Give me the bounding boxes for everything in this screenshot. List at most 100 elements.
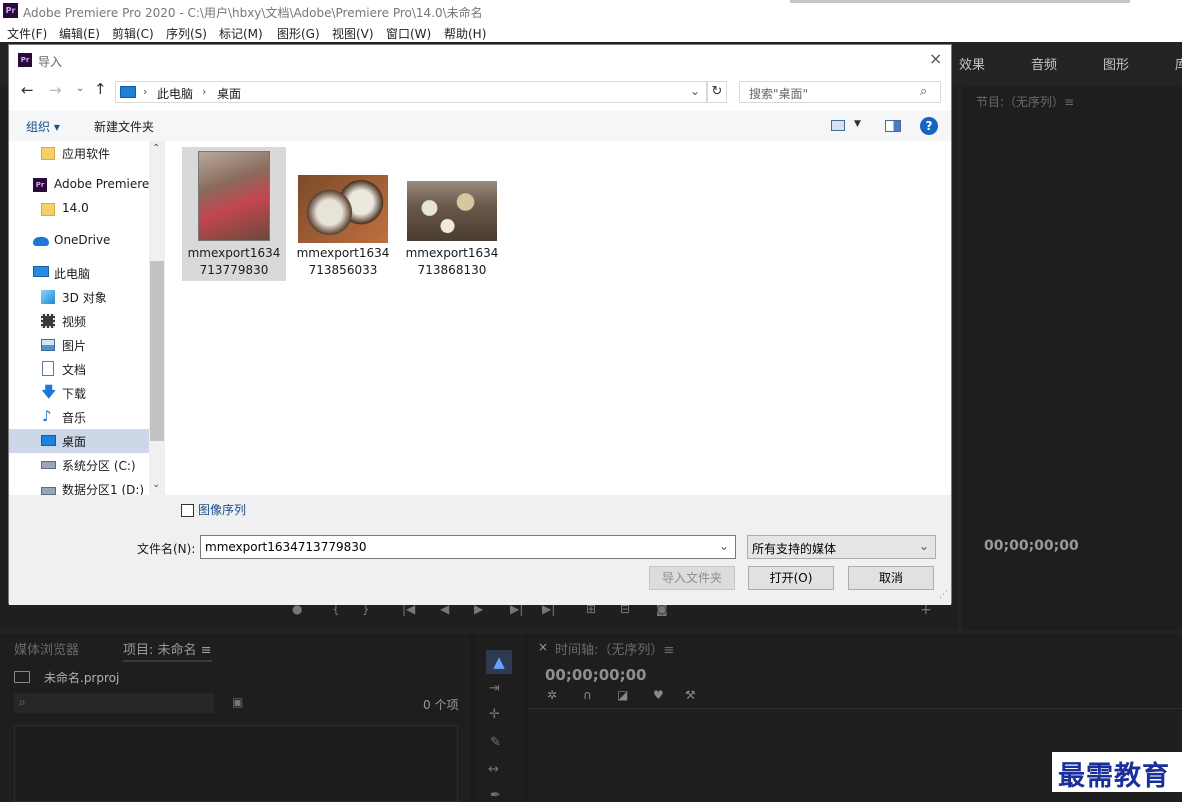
menu-help[interactable]: 帮助(H) [444,25,486,42]
navigation-scrollbar[interactable]: ⌃ ⌄ [149,141,165,495]
open-button[interactable]: 打开(O) [748,566,834,590]
search-input[interactable]: 搜索"桌面" ⌕ [739,81,941,103]
menu-file[interactable]: 文件(F) [7,25,47,42]
filename-input[interactable]: mmexport1634713779830 ⌄ [200,535,736,559]
menu-sequence[interactable]: 序列(S) [166,25,207,42]
menu-view[interactable]: 视图(V) [332,25,374,42]
nav-item-label: 图片 [62,339,87,353]
track-select-tool-icon[interactable]: ⇥ [489,681,500,696]
view-options-icon[interactable] [831,120,845,131]
app-title-bar: Pr Adobe Premiere Pro 2020 - C:\用户\hbxy\… [0,0,1182,22]
nav-item-3d-objects[interactable]: 3D 对象 [9,285,149,309]
nav-item-downloads[interactable]: 🡇 下载 [9,381,149,405]
file-item[interactable]: mmexport1634 713868130 [400,147,504,281]
nav-item-apps-folder[interactable]: 应用软件 [9,141,149,165]
nav-item-videos[interactable]: 视频 [9,309,149,333]
snap-icon[interactable]: ∩ [583,688,592,702]
nest-icon[interactable]: ✲ [547,688,557,702]
nav-item-documents[interactable]: 文档 [9,357,149,381]
media-browser-tab[interactable]: 媒体浏览器 [14,639,79,658]
view-dropdown-icon[interactable]: ▼ [854,119,861,129]
project-bin-icon [14,671,30,683]
nav-item-adobe-premiere[interactable]: Pr Adobe Premiere [9,173,149,197]
file-item[interactable]: mmexport1634 713856033 [291,147,395,281]
menu-window[interactable]: 窗口(W) [386,25,431,42]
dialog-close-button[interactable]: × [929,49,942,68]
image-sequence-checkbox[interactable] [181,504,194,517]
search-icon[interactable]: ⌕ [920,84,927,99]
folder-icon [41,147,55,160]
slip-tool-icon[interactable]: ↔ [488,762,499,777]
wrench-icon[interactable]: ⚒ [685,688,696,702]
selection-tool-icon[interactable]: ▲ [486,650,512,674]
nav-item-drive-d[interactable]: 数据分区1 (D:) [9,477,149,495]
workspace-tab-effects[interactable]: 效果 [959,54,985,73]
file-list: mmexport1634 713779830 mmexport1634 713856… [165,141,951,495]
dialog-title-bar: Pr 导入 × [9,45,951,75]
navigation-pane: 应用软件 Pr Adobe Premiere 14.0 OneDrive 此电脑… [9,141,165,495]
forward-arrow-icon[interactable]: → [49,81,62,99]
music-icon: ♪ [42,407,52,425]
nav-item-music[interactable]: ♪ 音乐 [9,405,149,429]
back-arrow-icon[interactable]: ← [21,81,34,99]
pen-tool-icon[interactable]: ✒ [490,788,501,802]
new-bin-icon[interactable]: ▣ [232,695,243,709]
preview-pane-icon[interactable] [885,120,901,132]
file-type-select[interactable]: 所有支持的媒体 ⌄ [747,535,936,559]
dialog-footer: 图像序列 文件名(N): mmexport1634713779830 ⌄ 所有支… [9,495,951,605]
resize-grip-icon[interactable]: ⋰ [939,590,948,600]
cancel-button[interactable]: 取消 [848,566,934,590]
scroll-down-icon[interactable]: ⌄ [152,479,160,490]
menu-marker[interactable]: 标记(M) [219,25,263,42]
timeline-tab[interactable]: 时间轴:（无序列）≡ [555,639,674,658]
organize-button[interactable]: 组织 ▾ [26,118,60,135]
new-folder-button[interactable]: 新建文件夹 [94,118,154,135]
timeline-close-icon[interactable]: × [538,640,548,654]
nav-item-onedrive[interactable]: OneDrive [9,229,149,253]
desktop-icon [120,86,136,98]
linked-selection-icon[interactable]: ◪ [617,688,628,702]
workspace-tab-audio[interactable]: 音频 [1031,54,1057,73]
nav-item-this-pc[interactable]: 此电脑 [9,261,149,285]
nav-item-14-folder[interactable]: 14.0 [9,197,149,221]
breadcrumb-desktop[interactable]: 桌面 [217,85,241,102]
workspace-tab-graphics[interactable]: 图形 [1103,54,1129,73]
program-monitor-tab[interactable]: 节目:（无序列）≡ [976,93,1074,110]
nav-item-label: OneDrive [54,233,111,247]
desktop-icon [41,435,56,446]
add-marker-icon[interactable]: ♥ [653,688,664,702]
nav-item-desktop[interactable]: 桌面 [9,429,149,453]
menu-edit[interactable]: 编辑(E) [59,25,100,42]
folder-icon [41,203,55,216]
filename-label: 文件名(N): [137,542,196,556]
import-folder-button[interactable]: 导入文件夹 [649,566,735,590]
menu-graphics[interactable]: 图形(G) [277,25,320,42]
refresh-icon[interactable]: ↻ [707,81,727,103]
ripple-edit-tool-icon[interactable]: ✛ [489,707,500,722]
address-dropdown-icon[interactable]: ⌄ [690,84,700,98]
nav-item-pictures[interactable]: 图片 [9,333,149,357]
recent-locations-icon[interactable]: ⌄ [76,83,84,94]
up-arrow-icon[interactable]: ↑ [94,80,107,98]
nav-item-label: 应用软件 [62,147,111,161]
filename-dropdown-icon[interactable]: ⌄ [719,539,729,553]
project-items-area[interactable] [14,725,458,802]
file-item[interactable]: mmexport1634 713779830 [182,147,286,281]
scrollbar-thumb[interactable] [150,261,164,441]
search-placeholder: 搜索"桌面" [749,87,809,101]
scroll-up-icon[interactable]: ⌃ [152,143,160,154]
project-search-input[interactable]: ⌕ [14,693,214,713]
nav-item-drive-c[interactable]: 系统分区 (C:) [9,453,149,477]
dialog-title: 导入 [38,55,63,69]
breadcrumb-this-pc[interactable]: 此电脑 [157,85,193,102]
premiere-icon: Pr [33,178,47,192]
address-bar[interactable]: › 此电脑 › 桌面 ⌄ [115,81,707,103]
nav-item-label: 此电脑 [54,267,91,281]
razor-tool-icon[interactable]: ✎ [490,735,501,750]
help-icon[interactable]: ? [920,117,938,135]
project-tab[interactable]: 项目: 未命名 ≡ [123,639,212,662]
workspace-tab-libraries[interactable]: 库 [1175,54,1182,73]
image-sequence-label[interactable]: 图像序列 [198,501,246,518]
nav-item-label: 系统分区 (C:) [62,459,136,473]
menu-clip[interactable]: 剪辑(C) [112,25,154,42]
